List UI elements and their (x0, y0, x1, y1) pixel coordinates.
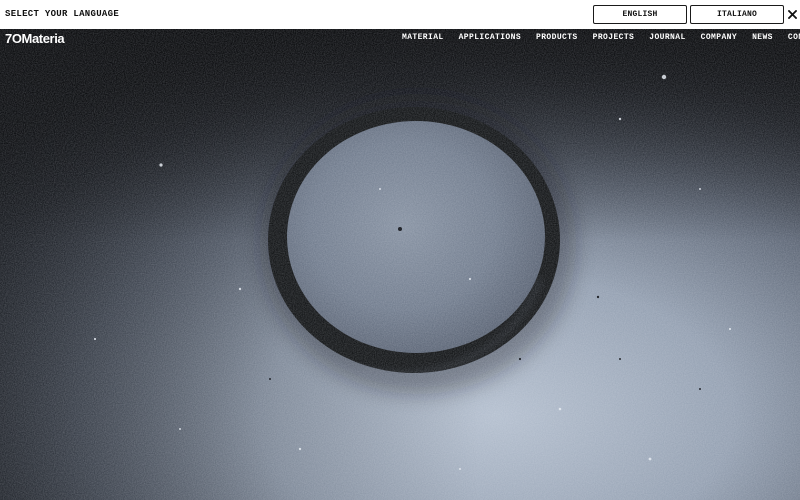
nav-item-news[interactable]: NEWS (752, 33, 773, 42)
close-icon-glyph (787, 9, 797, 19)
nav-item-products[interactable]: PRODUCTS (536, 33, 578, 42)
nav-item-company[interactable]: COMPANY (701, 33, 737, 42)
close-icon[interactable] (786, 7, 798, 21)
nav-item-journal[interactable]: JOURNAL (649, 33, 685, 42)
nav-item-projects[interactable]: PROJECTS (593, 33, 635, 42)
nav-item-applications[interactable]: APPLICATIONS (459, 33, 521, 42)
nav-item-material[interactable]: MATERIAL (402, 33, 444, 42)
concrete-circle-texture (0, 29, 800, 500)
site-header: 7OMateria MATERIAL APPLICATIONS PRODUCTS… (0, 29, 800, 49)
english-button[interactable]: ENGLISH (593, 5, 687, 24)
logo[interactable]: 7OMateria (5, 31, 65, 46)
language-bar: SELECT YOUR LANGUAGE ENGLISH ITALIANO (0, 0, 800, 29)
italiano-button[interactable]: ITALIANO (690, 5, 784, 24)
hero-image (0, 29, 800, 500)
nav-item-contacts[interactable]: CONTACTS (788, 33, 800, 42)
main-nav: MATERIAL APPLICATIONS PRODUCTS PROJECTS … (402, 33, 800, 42)
language-prompt: SELECT YOUR LANGUAGE (5, 9, 120, 19)
